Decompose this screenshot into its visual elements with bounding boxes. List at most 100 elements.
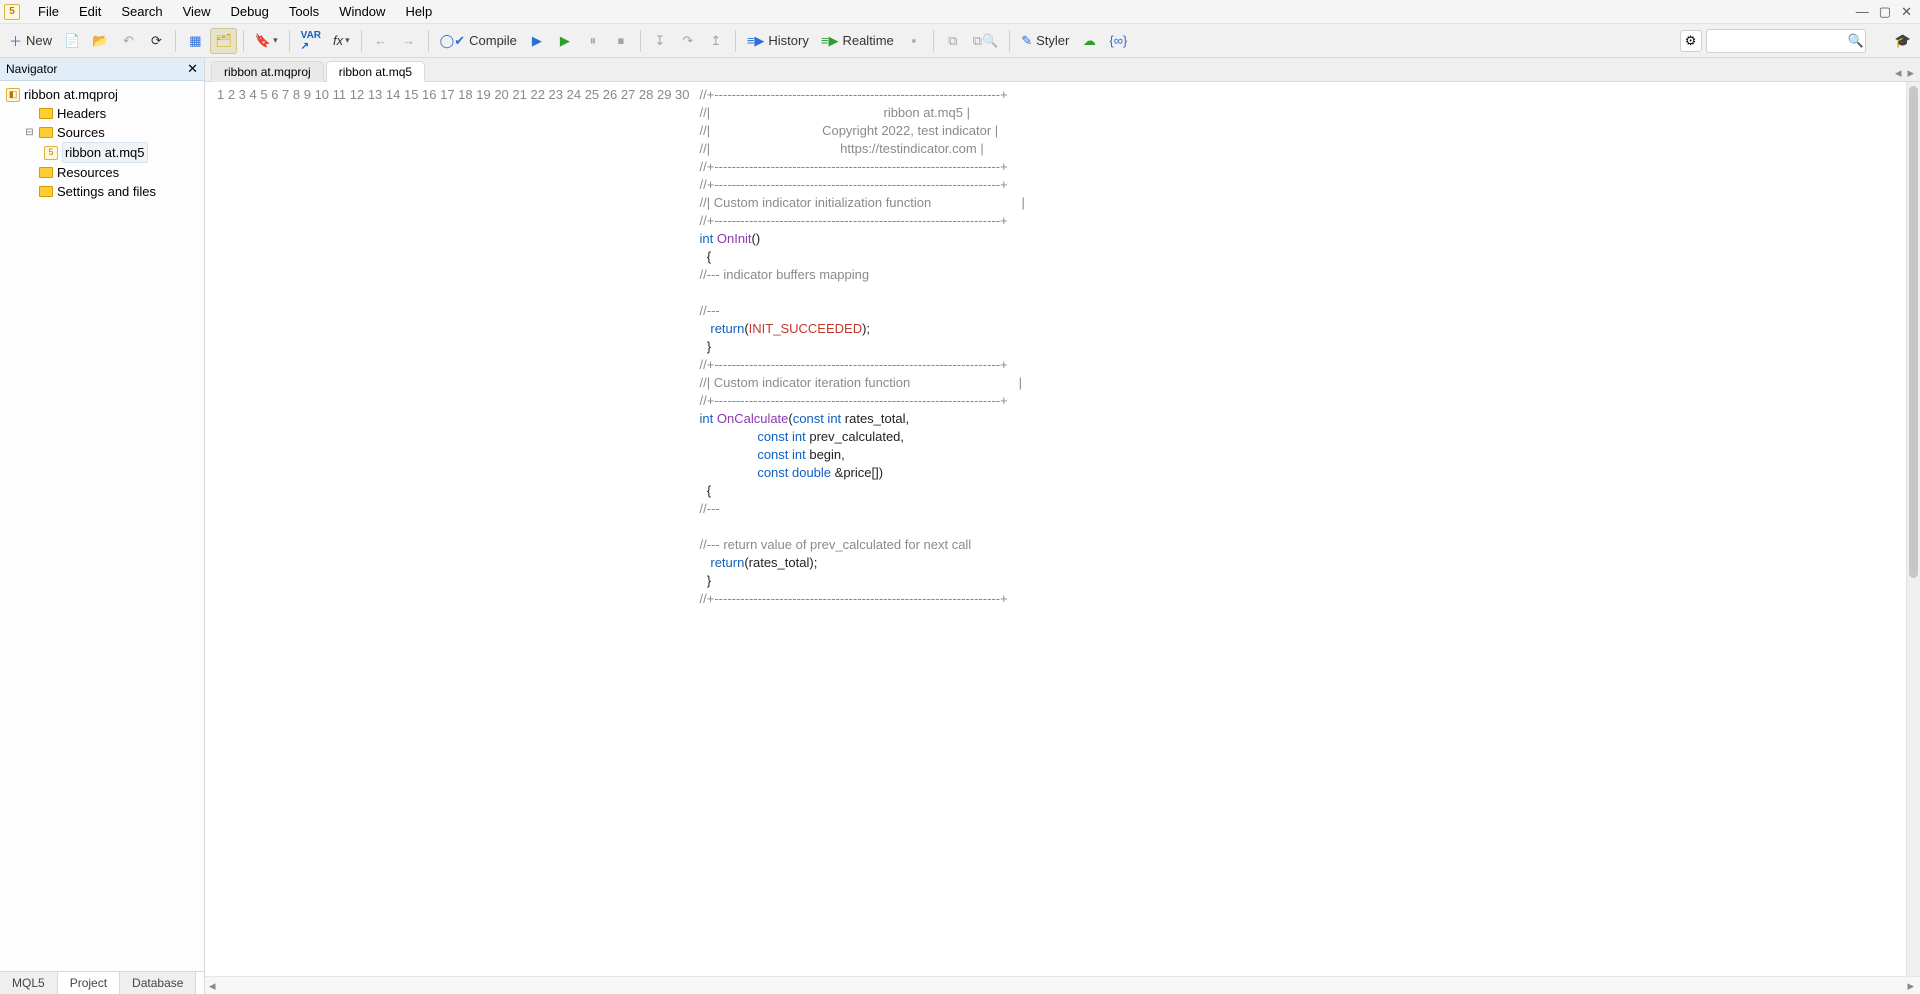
tab-scroll-left[interactable]: ◂	[1895, 65, 1902, 81]
search-options-button[interactable]: ⚙	[1680, 30, 1702, 52]
close-window-button[interactable]: ✕	[1901, 4, 1912, 20]
report-icon: ▪	[911, 33, 916, 48]
horizontal-scrollbar[interactable]: ◂▸	[205, 976, 1920, 994]
navigator-header: Navigator ✕	[0, 58, 204, 81]
nav-forward-button[interactable]: →	[396, 28, 422, 54]
panel-toggle-1[interactable]: ▦	[182, 28, 208, 54]
plus-icon: ＋	[9, 31, 22, 50]
twisty-collapse-icon[interactable]: ⊟	[24, 123, 35, 142]
menu-help[interactable]: Help	[395, 1, 442, 22]
separator	[361, 30, 362, 52]
realtime-label: Realtime	[842, 33, 893, 48]
play-icon: ▶	[532, 33, 542, 49]
compile-button[interactable]: ◯✔ Compile	[435, 28, 522, 54]
copy-button[interactable]: ⧉	[940, 28, 966, 54]
tree-folder-sources[interactable]: ⊟ Sources	[4, 123, 204, 142]
project-icon: ◧	[6, 88, 20, 102]
navigator-tabs: MQL5 Project Database	[0, 971, 204, 994]
tab-database[interactable]: Database	[120, 972, 196, 994]
var-button[interactable]: VAR↗	[296, 28, 326, 54]
tree-folder-headers[interactable]: Headers	[4, 104, 204, 123]
step-over-button[interactable]: ↷	[675, 28, 701, 54]
history-button[interactable]: ≡▶History	[742, 28, 814, 54]
refresh-button[interactable]: ⟳	[143, 28, 169, 54]
menu-window[interactable]: Window	[329, 1, 395, 22]
tab-mql5[interactable]: MQL5	[0, 972, 58, 994]
open-button[interactable]: 📂	[87, 28, 113, 54]
step-into-button[interactable]: ↧	[647, 28, 673, 54]
run-button[interactable]: ▶	[524, 28, 550, 54]
menu-view[interactable]: View	[173, 1, 221, 22]
code-editor[interactable]: 1 2 3 4 5 6 7 8 9 10 11 12 13 14 15 16 1…	[205, 82, 1920, 976]
separator	[1009, 30, 1010, 52]
tree-file-source[interactable]: 5 ribbon at.mq5	[4, 142, 204, 163]
separator	[175, 30, 176, 52]
styler-label: Styler	[1036, 33, 1069, 48]
folder-icon	[39, 167, 53, 178]
copy-icon: ⧉	[948, 33, 957, 49]
var-icon: VAR↗	[301, 30, 321, 52]
editor-tab[interactable]: ribbon at.mqproj	[211, 61, 324, 82]
undo-icon: ↶	[123, 33, 134, 49]
editor-area: ribbon at.mqprojribbon at.mq5 ◂▸ 1 2 3 4…	[205, 58, 1920, 994]
scroll-right-icon[interactable]: ▸	[1907, 978, 1920, 994]
navigator-panel: Navigator ✕ ◧ ribbon at.mqproj Headers ⊟…	[0, 58, 205, 994]
brackets-button[interactable]: {∞}	[1104, 28, 1132, 54]
pause-button[interactable]: ⏸	[580, 28, 606, 54]
editor-tab[interactable]: ribbon at.mq5	[326, 61, 425, 82]
folder-icon	[39, 186, 53, 197]
folder-icon	[39, 127, 53, 138]
tree-folder-resources[interactable]: Resources	[4, 163, 204, 182]
minimize-button[interactable]: —	[1856, 4, 1869, 20]
code-content[interactable]: //+-------------------------------------…	[696, 82, 1025, 976]
navigator-tree[interactable]: ◧ ribbon at.mqproj Headers ⊟ Sources 5 r…	[0, 81, 204, 971]
tab-project[interactable]: Project	[58, 971, 120, 994]
menu-debug[interactable]: Debug	[221, 1, 279, 22]
graduation-button[interactable]: 🎓	[1890, 28, 1916, 54]
vertical-scrollbar[interactable]	[1906, 82, 1920, 976]
window-controls: — ▢ ✕	[1856, 4, 1920, 20]
menu-file[interactable]: File	[28, 1, 69, 22]
scrollbar-thumb[interactable]	[1909, 86, 1918, 578]
step-into-icon: ↧	[654, 33, 665, 49]
pencil-icon: ✎	[1021, 33, 1032, 49]
stop-button[interactable]: ⏹	[608, 28, 634, 54]
tree-label: Resources	[57, 163, 119, 182]
separator	[933, 30, 934, 52]
line-gutter: 1 2 3 4 5 6 7 8 9 10 11 12 13 14 15 16 1…	[205, 82, 696, 976]
nav-back-button[interactable]: ←	[368, 28, 394, 54]
navigator-close-button[interactable]: ✕	[187, 61, 198, 77]
maximize-button[interactable]: ▢	[1879, 4, 1891, 20]
find-in-files-button[interactable]: ⧉🔍	[968, 28, 1003, 54]
bookmark-dropdown[interactable]: 🔖	[250, 28, 283, 54]
bookmark-icon: 🔖	[255, 33, 271, 49]
menu-tools[interactable]: Tools	[279, 1, 329, 22]
editor-tabstrip: ribbon at.mqprojribbon at.mq5 ◂ ▸	[205, 58, 1920, 82]
panel-toggle-2[interactable]: 🗂	[210, 28, 237, 54]
realtime-button[interactable]: ≡▶Realtime	[816, 28, 899, 54]
step-out-icon: ↥	[710, 33, 721, 49]
cloud-icon: ☁	[1083, 33, 1096, 49]
new-file-button[interactable]: 📄	[59, 28, 85, 54]
debug-run-button[interactable]: ▶	[552, 28, 578, 54]
search-input[interactable]	[1706, 29, 1866, 53]
tab-scroll-right[interactable]: ▸	[1907, 65, 1914, 81]
separator	[428, 30, 429, 52]
new-label: New	[26, 33, 52, 48]
menu-search[interactable]: Search	[111, 1, 172, 22]
tree-folder-settings[interactable]: Settings and files	[4, 182, 204, 201]
separator	[640, 30, 641, 52]
styler-button[interactable]: ✎ Styler	[1016, 28, 1074, 54]
step-out-button[interactable]: ↥	[703, 28, 729, 54]
cloud-button[interactable]: ☁	[1076, 28, 1102, 54]
report-button[interactable]: ▪	[901, 28, 927, 54]
menu-bar: 5 FileEditSearchViewDebugToolsWindowHelp…	[0, 0, 1920, 24]
new-button[interactable]: ＋ New	[4, 28, 57, 54]
menu-edit[interactable]: Edit	[69, 1, 111, 22]
arrow-left-icon: ←	[374, 33, 387, 48]
tree-project-root[interactable]: ◧ ribbon at.mqproj	[4, 85, 204, 104]
scroll-left-icon[interactable]: ◂	[209, 978, 216, 994]
undo-history-button[interactable]: ↶	[115, 28, 141, 54]
separator	[289, 30, 290, 52]
fx-dropdown[interactable]: fx	[328, 28, 355, 54]
